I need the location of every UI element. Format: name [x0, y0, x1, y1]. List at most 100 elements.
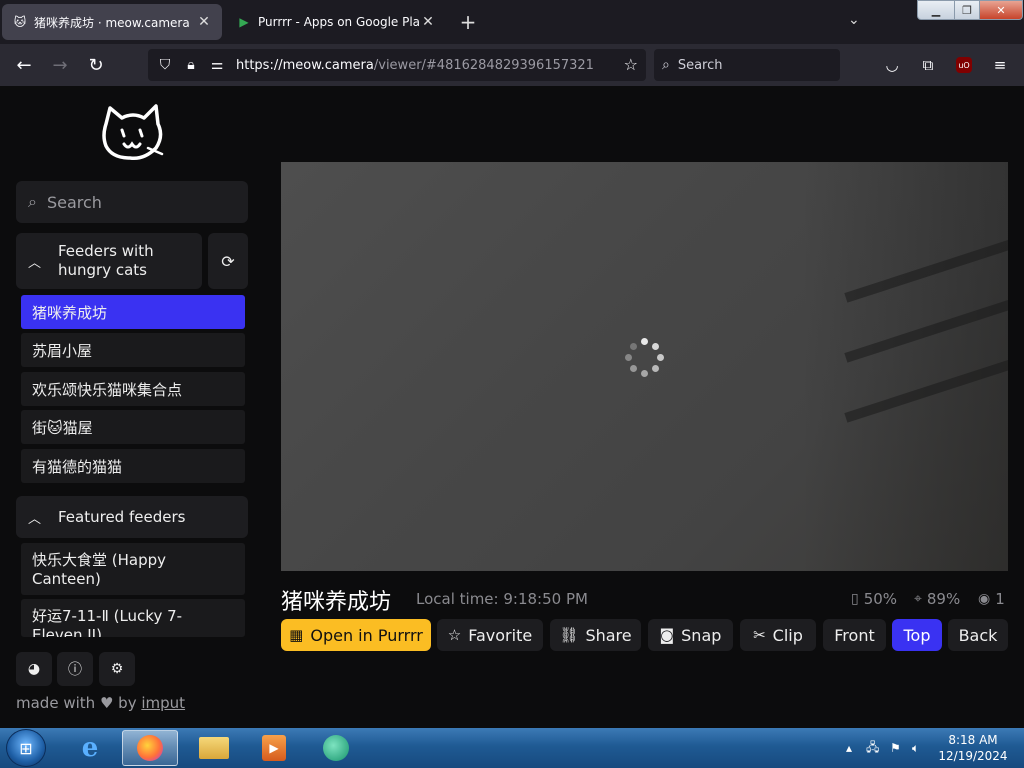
tab-google-play[interactable]: ▶ Purrrr - Apps on Google Play ✕ [226, 4, 446, 40]
camera-icon: ◙ [659, 626, 675, 644]
close-tab-icon[interactable]: ✕ [420, 14, 436, 30]
credit-text: made with [16, 694, 96, 712]
scissors-icon: ✂ [753, 626, 766, 644]
browser-tab-strip: 🐱 猪咪养成坊 · meow.camera ✕ ▶ Purrrr - Apps … [0, 0, 1024, 44]
lock-icon[interactable]: 🔒︎ [180, 54, 202, 76]
group-label: Featured feeders [58, 507, 186, 526]
info-icon: ⓘ [68, 662, 82, 678]
browser-search-field[interactable]: ⌕ Search [654, 49, 840, 81]
app-icon[interactable] [308, 730, 364, 766]
file-explorer-icon[interactable] [186, 730, 242, 766]
pocket-icon[interactable]: ◡ [880, 53, 904, 77]
group-toggle-hungry-feeders[interactable]: ︿ Feeders with hungry cats [16, 233, 202, 289]
link-icon: ⛓ [559, 626, 579, 644]
feeder-label: 欢乐颂快乐猫咪集合点 [32, 380, 183, 399]
restore-window-button[interactable]: ❐ [954, 0, 980, 20]
battery-value: 50% [863, 590, 898, 608]
chevron-up-icon: ︿ [28, 255, 42, 271]
gear-icon: ⚙ [110, 661, 124, 677]
group-label: Feeders with hungry cats [58, 242, 154, 279]
open-in-purrrr-button[interactable]: ▦ Open in Purrrr [281, 619, 431, 651]
refresh-button[interactable]: ⟳ [208, 233, 248, 289]
close-tab-icon[interactable]: ✕ [196, 14, 212, 30]
search-placeholder: Search [46, 192, 102, 212]
feeder-item[interactable]: 快乐大食堂 (Happy Canteen) [21, 543, 245, 595]
feeder-search-input[interactable]: ⌕ Search [16, 181, 248, 223]
network-icon[interactable]: 🖧︎ [866, 728, 879, 768]
volume-muted-icon[interactable]: 🔈︎ [912, 728, 919, 768]
list-all-tabs-chevron-icon[interactable]: ⌄ [848, 12, 860, 28]
viewers-value: 1 [995, 590, 1005, 608]
button-label: Share [585, 625, 632, 645]
feeder-label: 有猫德的猫猫 [32, 457, 123, 476]
star-icon: ☆ [447, 626, 462, 644]
minimize-window-button[interactable]: ▁ [917, 0, 955, 20]
credit-text: by [118, 694, 137, 712]
show-hidden-icons-arrow-icon[interactable]: ▴ [846, 728, 852, 768]
settings-button[interactable]: ⚙ [99, 652, 135, 686]
author-link[interactable]: imput [141, 694, 185, 712]
eye-icon: ◉ [978, 591, 991, 607]
front-camera-button[interactable]: Front [823, 619, 886, 651]
internet-explorer-icon[interactable]: e [62, 730, 118, 766]
share-button[interactable]: ⛓ Share [550, 619, 641, 651]
media-player-icon[interactable]: ▶ [246, 730, 302, 766]
cat-favicon-icon: 🐱 [13, 15, 27, 29]
button-label: Snap [681, 625, 722, 645]
back-arrow-icon[interactable]: ← [12, 53, 36, 77]
permissions-icon[interactable]: ⚌ [206, 54, 228, 76]
favorite-button[interactable]: ☆ Favorite [437, 619, 543, 651]
signal-value: 89% [926, 590, 961, 608]
windows-logo-icon: ⊞ [19, 738, 33, 758]
url-text[interactable]: https://meow.camera/viewer/#481628482939… [236, 58, 594, 73]
shield-icon[interactable]: ⛉ [154, 54, 176, 76]
chevron-up-icon: ︿ [28, 511, 42, 527]
made-with-credit: made with ♥ by imput [16, 694, 185, 712]
start-button[interactable]: ⊞ [6, 729, 46, 767]
feeder-item[interactable]: 街🐱猫屋 [21, 410, 245, 444]
battery-icon: ▯ [851, 591, 859, 607]
clock-time: 8:18 AM [948, 733, 998, 747]
back-camera-button[interactable]: Back [948, 619, 1008, 651]
feeder-label: 猪咪养成坊 [32, 303, 108, 322]
viewers-stat: ◉ 1 [978, 590, 1005, 608]
ublock-origin-icon[interactable]: uO [952, 53, 976, 77]
battery-stat: ▯ 50% [851, 590, 897, 608]
windows-taskbar: ⊞ e ▶ ▴ 🖧︎ ⚑ 🔈︎ 8:18 AM 12/19/2024 [0, 728, 1024, 768]
search-icon: ⌕ [662, 57, 670, 73]
new-tab-button[interactable]: + [456, 10, 480, 34]
discord-button[interactable]: ◕ [16, 652, 52, 686]
feeder-item[interactable]: 好运7-11-Ⅱ (Lucky 7-Eleven II) [21, 599, 245, 637]
feeder-label: 街🐱猫屋 [32, 418, 93, 437]
feeder-item[interactable]: 有猫德的猫猫 [21, 449, 245, 483]
snap-button[interactable]: ◙ Snap [648, 619, 733, 651]
tab-meow-camera[interactable]: 🐱 猪咪养成坊 · meow.camera ✕ [2, 4, 222, 40]
clip-button[interactable]: ✂ Clip [740, 619, 816, 651]
feeder-item[interactable]: 苏眉小屋 [21, 333, 245, 367]
meow-camera-logo[interactable] [100, 104, 166, 164]
camera-video-feed[interactable] [281, 162, 1008, 571]
feeder-item[interactable]: 欢乐颂快乐猫咪集合点 [21, 372, 245, 406]
refresh-icon: ⟳ [221, 251, 235, 271]
group-toggle-featured-feeders[interactable]: ︿ Featured feeders [16, 496, 248, 538]
sidebar: ⌕ Search ︿ Feeders with hungry cats ⟳ 猪咪… [0, 86, 266, 728]
signal-stat: ⌖ 89% [914, 590, 960, 608]
top-camera-button[interactable]: Top [892, 619, 942, 651]
system-clock[interactable]: 8:18 AM 12/19/2024 [936, 732, 1010, 764]
action-center-flag-icon[interactable]: ⚑ [890, 728, 901, 768]
address-bar[interactable]: ⛉ 🔒︎ ⚌ https://meow.camera/viewer/#48162… [148, 49, 646, 81]
firefox-icon[interactable] [122, 730, 178, 766]
hamburger-menu-icon[interactable]: ≡ [988, 53, 1012, 77]
bookmark-star-icon[interactable]: ☆ [624, 55, 638, 74]
feeder-label: 苏眉小屋 [32, 341, 93, 360]
video-shadow [801, 162, 1008, 571]
forward-arrow-icon[interactable]: → [48, 53, 72, 77]
about-button[interactable]: ⓘ [57, 652, 93, 686]
satellite-signal-icon: ⌖ [914, 591, 922, 607]
feeder-item[interactable]: 猪咪养成坊 [21, 295, 245, 329]
button-label: Favorite [468, 625, 533, 645]
extensions-puzzle-icon[interactable]: ⧉ [916, 53, 940, 77]
reload-icon[interactable]: ↻ [84, 53, 108, 77]
close-window-button[interactable]: ✕ [979, 0, 1023, 20]
search-placeholder: Search [677, 57, 723, 73]
